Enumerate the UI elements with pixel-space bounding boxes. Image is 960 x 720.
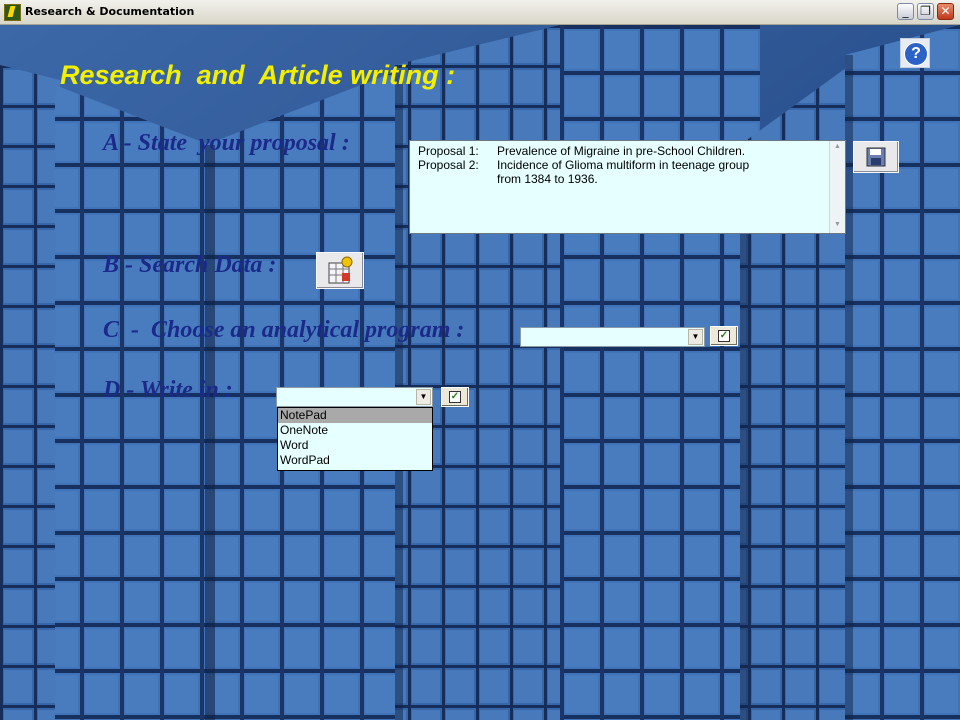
- minimize-button[interactable]: _: [897, 3, 914, 20]
- proposal-key: Proposal 1:: [418, 144, 479, 158]
- scroll-up-icon[interactable]: ▲: [832, 143, 843, 153]
- proposal-key: [418, 172, 497, 186]
- save-button[interactable]: [853, 141, 899, 173]
- confirm-write-in-button[interactable]: ✓: [441, 387, 469, 407]
- proposal-textarea[interactable]: Proposal 1: Prevalence of Migraine in pr…: [409, 140, 846, 234]
- proposal-line: Proposal 1: Prevalence of Migraine in pr…: [418, 144, 828, 158]
- restore-button[interactable]: ❐: [917, 3, 934, 20]
- proposal-line: from 1384 to 1936.: [418, 172, 828, 186]
- proposal-key: Proposal 2:: [418, 158, 479, 172]
- question-icon: ?: [904, 42, 928, 66]
- page-title: Research and Article writing :: [60, 60, 456, 90]
- proposal-scrollbar[interactable]: ▲ ▼: [829, 141, 845, 233]
- window-title: Research & Documentation: [25, 5, 195, 18]
- scroll-down-icon[interactable]: ▼: [832, 221, 843, 231]
- chevron-down-icon[interactable]: ▼: [688, 329, 703, 345]
- search-data-button[interactable]: [316, 252, 364, 289]
- proposal-value: Prevalence of Migraine in pre-School Chi…: [497, 144, 746, 158]
- proposal-line: Proposal 2: Incidence of Glioma multifor…: [418, 158, 828, 172]
- checkmark-icon: ✓: [449, 391, 461, 403]
- help-button[interactable]: ?: [900, 38, 930, 68]
- checkmark-icon: ✓: [718, 330, 730, 342]
- write-in-dropdown-list: NotePad OneNote Word WordPad: [277, 407, 433, 471]
- chevron-down-icon[interactable]: ▼: [416, 389, 431, 405]
- close-button[interactable]: ✕: [937, 3, 954, 20]
- section-d-label: D - Write in :: [103, 377, 233, 403]
- dropdown-option[interactable]: OneNote: [278, 423, 432, 438]
- proposal-value: from 1384 to 1936.: [497, 172, 598, 186]
- proposal-value: Incidence of Glioma multiform in teenage…: [497, 158, 750, 172]
- dropdown-option[interactable]: WordPad: [278, 453, 432, 468]
- dropdown-option[interactable]: Word: [278, 438, 432, 453]
- section-a-label: A - State your proposal :: [103, 130, 350, 156]
- confirm-analytical-program-button[interactable]: ✓: [710, 326, 738, 346]
- dropdown-option[interactable]: NotePad: [278, 408, 432, 423]
- floppy-disk-icon: [866, 147, 886, 167]
- app-window: Research & Documentation _ ❐ ✕ ? Researc…: [0, 0, 960, 720]
- app-icon: [4, 4, 21, 21]
- analytical-program-select[interactable]: ▼: [520, 327, 705, 347]
- section-c-label: C - Choose an analytical program :: [103, 317, 465, 343]
- database-search-icon: [328, 256, 353, 284]
- title-bar: Research & Documentation _ ❐ ✕: [0, 0, 960, 25]
- section-b-label: B - Search Data :: [103, 252, 277, 278]
- write-in-select[interactable]: ▼: [276, 387, 433, 407]
